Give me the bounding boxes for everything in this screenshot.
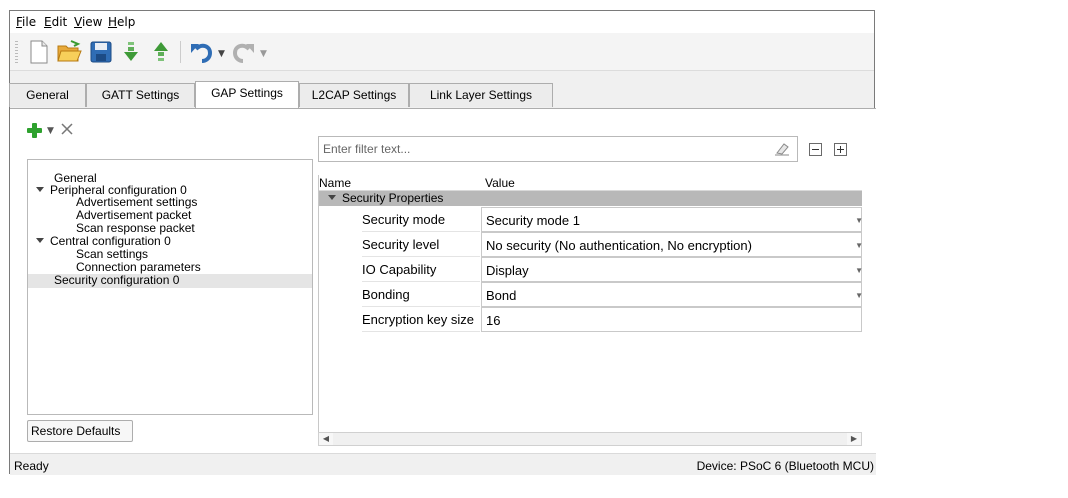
- property-name: Encryption key size: [362, 307, 480, 332]
- tab-link-layer-settings-label: Link Layer Settings: [429, 88, 533, 102]
- restore-defaults-button[interactable]: Restore Defaults: [27, 420, 133, 442]
- menu-edit[interactable]: Edit: [44, 15, 67, 29]
- filter-placeholder: Enter filter text...: [323, 142, 411, 156]
- redo-dropdown-icon[interactable]: ▼: [260, 49, 267, 59]
- collapse-all-icon[interactable]: [809, 143, 822, 156]
- new-file-icon[interactable]: [26, 39, 52, 65]
- encryption-key-size-field[interactable]: 16: [481, 307, 862, 332]
- tab-general[interactable]: General: [9, 83, 86, 107]
- tab-bar: General GATT Settings GAP Settings L2CAP…: [9, 73, 874, 108]
- toolbar: ▼ ▼: [10, 33, 874, 71]
- scroll-right-icon[interactable]: ▶: [847, 433, 861, 445]
- tree-item-label: Connection parameters: [76, 260, 201, 274]
- tree-item-security-configuration[interactable]: Security configuration 0: [28, 274, 312, 288]
- gap-settings-panel: ▼ General Peripheral configuration 0 Adv…: [10, 108, 876, 453]
- undo-icon[interactable]: [188, 39, 214, 65]
- import-icon[interactable]: [118, 39, 144, 65]
- menu-bar: File Edit View Help: [10, 11, 874, 33]
- property-name: Bonding: [362, 282, 480, 307]
- toolbar-separator: [180, 41, 181, 63]
- column-header-value[interactable]: Value: [485, 176, 515, 190]
- property-name: Security mode: [362, 207, 480, 232]
- chevron-down-icon[interactable]: ▼: [855, 233, 863, 258]
- tab-gatt-settings[interactable]: GATT Settings: [86, 83, 195, 107]
- property-row-bonding: Bonding Bond ▼: [319, 282, 863, 308]
- chevron-down-icon[interactable]: ▼: [855, 208, 863, 233]
- chevron-down-icon[interactable]: ▼: [855, 283, 863, 308]
- tree-item-label: Scan settings: [76, 247, 149, 261]
- undo-dropdown-icon[interactable]: ▼: [218, 49, 225, 59]
- property-grid: Name Value Security Properties Security …: [318, 175, 863, 443]
- menu-help-label: elp: [117, 15, 136, 29]
- app-window: File Edit View Help ▼ ▼ General GATT Set…: [9, 10, 876, 475]
- tab-link-layer-settings[interactable]: Link Layer Settings: [409, 83, 553, 107]
- menu-file[interactable]: File: [16, 15, 36, 29]
- tab-gap-settings[interactable]: GAP Settings: [195, 81, 299, 108]
- property-value: Display: [486, 263, 529, 278]
- add-dropdown-icon[interactable]: ▼: [47, 126, 54, 136]
- gap-tree-view[interactable]: General Peripheral configuration 0 Adver…: [27, 159, 313, 415]
- toolbar-grip[interactable]: [15, 41, 18, 63]
- clear-filter-icon[interactable]: [774, 142, 790, 156]
- redo-icon[interactable]: [231, 39, 257, 65]
- tree-item-central-configuration[interactable]: Central configuration 0: [28, 235, 312, 248]
- io-capability-select[interactable]: Display ▼: [481, 257, 863, 283]
- property-row-security-level: Security level No security (No authentic…: [319, 232, 863, 258]
- menu-help[interactable]: Help: [108, 15, 135, 29]
- status-text: Ready: [14, 459, 49, 473]
- tab-gatt-settings-label: GATT Settings: [101, 88, 180, 102]
- property-value: 16: [486, 313, 501, 328]
- section-collapse-icon[interactable]: [328, 195, 336, 201]
- menu-edit-accel: E: [44, 15, 52, 29]
- property-value: Security mode 1: [486, 213, 580, 228]
- save-icon[interactable]: [88, 39, 114, 65]
- tree-item-label: Central configuration 0: [50, 234, 171, 248]
- column-header-name[interactable]: Name: [319, 176, 351, 190]
- property-row-security-mode: Security mode Security mode 1 ▼: [319, 207, 863, 233]
- property-row-io-capability: IO Capability Display ▼: [319, 257, 863, 283]
- menu-edit-label: dit: [51, 15, 68, 29]
- tab-l2cap-settings-label: L2CAP Settings: [311, 88, 397, 102]
- menu-help-accel: H: [108, 15, 118, 29]
- tree-item-label: Scan response packet: [76, 221, 195, 235]
- tree-item-label: Advertisement settings: [76, 195, 198, 209]
- add-icon[interactable]: [26, 122, 42, 138]
- security-level-select[interactable]: No security (No authentication, No encry…: [481, 232, 863, 258]
- tree-item-label: Security configuration 0: [54, 273, 180, 287]
- device-label: Device: PSoC 6 (Bluetooth MCU): [696, 459, 874, 473]
- chevron-down-icon[interactable]: ▼: [855, 258, 863, 283]
- bonding-select[interactable]: Bond ▼: [481, 282, 863, 308]
- scroll-left-icon[interactable]: ◀: [319, 433, 333, 445]
- section-label: Security Properties: [342, 191, 444, 205]
- property-row-encryption-key-size: Encryption key size 16: [319, 307, 862, 332]
- menu-view-accel: V: [74, 15, 82, 29]
- expand-arrow-icon[interactable]: [36, 187, 44, 193]
- open-folder-icon[interactable]: [56, 39, 82, 65]
- grid-header: Name Value: [319, 175, 862, 191]
- tab-l2cap-settings[interactable]: L2CAP Settings: [299, 83, 409, 107]
- menu-view[interactable]: View: [74, 15, 102, 29]
- tree-item-label: Advertisement packet: [76, 208, 192, 222]
- expand-arrow-icon[interactable]: [36, 238, 44, 244]
- menu-view-label: iew: [81, 15, 103, 29]
- expand-all-icon[interactable]: [834, 143, 847, 156]
- property-name: Security level: [362, 232, 480, 257]
- tab-gap-settings-label: GAP Settings: [211, 86, 283, 100]
- filter-input[interactable]: Enter filter text...: [318, 136, 798, 162]
- menu-file-label: ile: [22, 15, 37, 29]
- horizontal-scrollbar[interactable]: ◀ ▶: [318, 432, 862, 446]
- status-bar: Ready Device: PSoC 6 (Bluetooth MCU): [10, 453, 876, 475]
- security-mode-select[interactable]: Security mode 1 ▼: [481, 207, 863, 233]
- tab-general-label: General: [26, 88, 69, 102]
- section-security-properties[interactable]: Security Properties: [319, 191, 862, 206]
- property-name: IO Capability: [362, 257, 480, 282]
- delete-icon[interactable]: [61, 123, 73, 135]
- property-value: Bond: [486, 288, 517, 303]
- restore-defaults-label: Restore Defaults: [31, 424, 121, 438]
- property-value: No security (No authentication, No encry…: [486, 238, 752, 253]
- export-icon[interactable]: [148, 39, 174, 65]
